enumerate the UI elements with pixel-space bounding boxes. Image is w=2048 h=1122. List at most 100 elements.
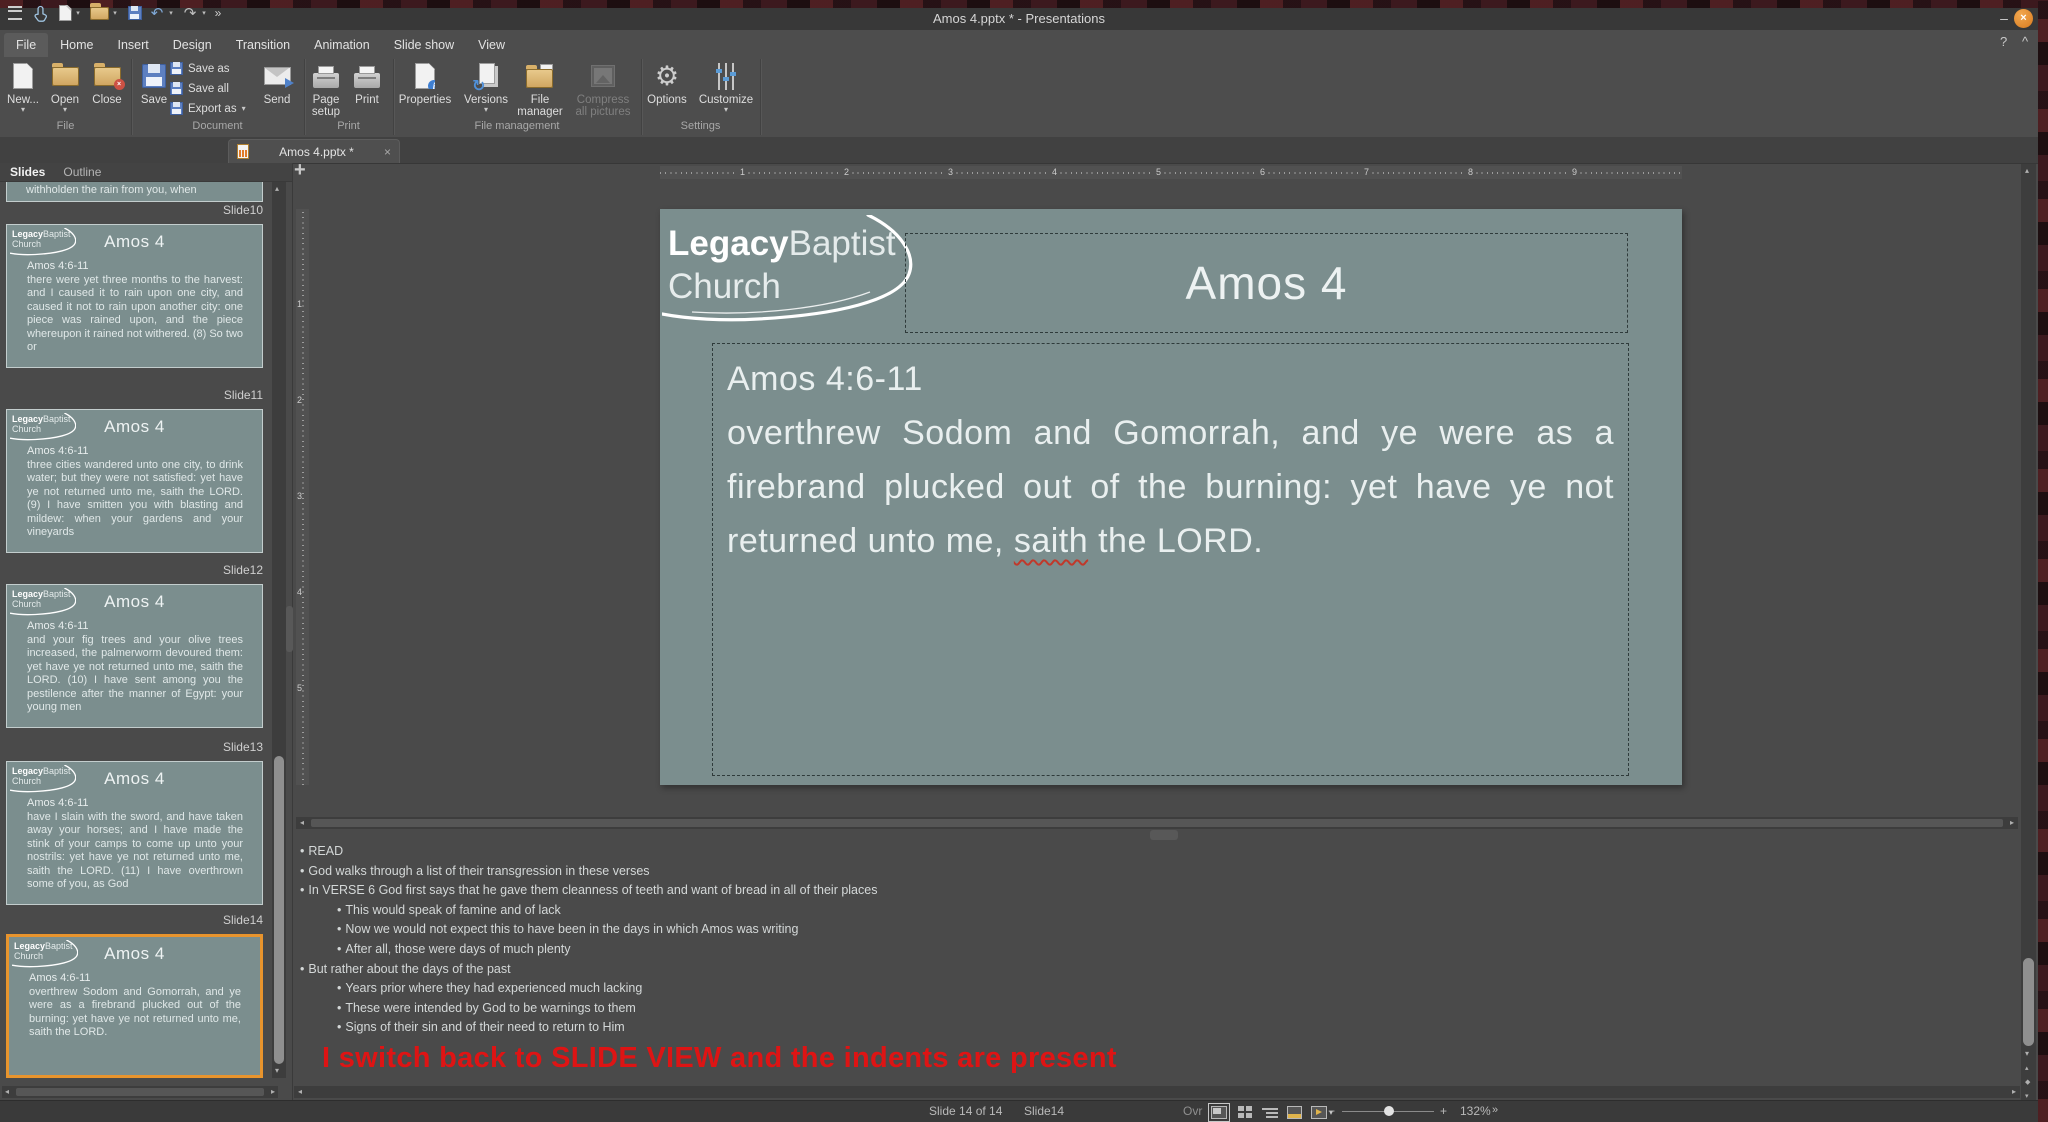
scrollbar-thumb[interactable]	[311, 819, 2003, 827]
tab-slides[interactable]: Slides	[10, 165, 45, 179]
scrollbar-thumb[interactable]	[274, 756, 284, 1064]
print-button[interactable]: Print	[347, 60, 387, 106]
browse-object-icon[interactable]: ◆	[2025, 1078, 2030, 1086]
tab-outline[interactable]: Outline	[63, 165, 101, 179]
scroll-left-icon[interactable]: ◂	[300, 819, 304, 827]
notes-bullet: •Years prior where they had experienced …	[337, 979, 1800, 999]
normal-view-button[interactable]	[1208, 1103, 1230, 1122]
slide-sorter-icon	[1238, 1106, 1253, 1119]
slide-thumbnail-14-selected[interactable]: LegacyBaptist Church Amos 4 Amos 4:6-11 …	[6, 934, 263, 1078]
scroll-right-icon[interactable]: ▸	[2012, 1088, 2016, 1096]
panel-horizontal-scrollbar[interactable]: ◂ ▸	[2, 1086, 278, 1098]
hamburger-menu-icon[interactable]	[6, 3, 24, 23]
redo-icon[interactable]: ↷	[182, 3, 198, 23]
redo-dropdown-caret-icon[interactable]: ▾	[200, 3, 208, 23]
statusbar-overflow-icon[interactable]: »	[1492, 1104, 1498, 1116]
scroll-right-icon[interactable]: ▸	[271, 1088, 275, 1096]
export-as-button[interactable]: Export as ▾	[170, 102, 246, 115]
open-dropdown-caret-icon[interactable]: ▾	[111, 3, 119, 23]
menu-view[interactable]: View	[466, 33, 517, 57]
minimize-button[interactable]: –	[1994, 8, 2014, 30]
file-manager-button[interactable]: File manager	[514, 60, 566, 118]
ruler-number: 8	[1466, 166, 1475, 179]
close-button[interactable]: ×	[2014, 9, 2033, 28]
notes-bullet: •READ	[300, 842, 1800, 862]
title-bar[interactable]: Amos 4.pptx * - Presentations	[0, 8, 2038, 31]
options-button[interactable]: ⚙ Options	[645, 60, 689, 106]
customize-button[interactable]: Customize ▾	[698, 60, 754, 114]
scroll-up-icon[interactable]: ▴	[2025, 167, 2029, 175]
slide-thumbnail-11[interactable]: LegacyBaptist Church Amos 4 Amos 4:6-11 …	[6, 409, 263, 553]
title-placeholder[interactable]: Amos 4	[905, 233, 1628, 333]
properties-button[interactable]: i Properties	[396, 60, 454, 106]
new-button[interactable]: New... ▾	[3, 60, 43, 114]
undo-dropdown-caret-icon[interactable]: ▾	[167, 3, 175, 23]
outline-view-button[interactable]	[1261, 1105, 1279, 1120]
menu-insert[interactable]: Insert	[106, 33, 161, 57]
overwrite-indicator[interactable]: Ovr	[1183, 1104, 1202, 1118]
notes-splitter-grip[interactable]	[1150, 830, 1178, 840]
versions-button[interactable]: ↻ Versions ▾	[462, 60, 510, 114]
scroll-down-icon[interactable]: ▾	[275, 1067, 279, 1075]
scroll-right-icon[interactable]: ▸	[2010, 819, 2014, 827]
save-as-button[interactable]: Save as	[170, 62, 230, 75]
ruler-origin-crosshair[interactable]: +	[294, 159, 306, 182]
undo-icon[interactable]: ↶	[149, 3, 165, 23]
horizontal-ruler[interactable]: 1 2 3 4 5 6 7 8 9	[660, 166, 1682, 179]
panel-vertical-scrollbar[interactable]: ▴ ▾	[272, 182, 286, 1078]
help-button[interactable]: ?	[2000, 34, 2007, 49]
slide-label: Slide10	[6, 203, 263, 217]
previous-slide-icon[interactable]: ▴	[2025, 1064, 2029, 1072]
notes-horizontal-scrollbar[interactable]: ◂ ▸	[294, 1086, 2020, 1098]
next-slide-icon[interactable]: ▾	[2025, 1092, 2029, 1100]
tab-close-icon[interactable]: ×	[384, 145, 391, 159]
editor-vertical-scrollbar[interactable]: ▴ ▾ ▴ ◆ ▾	[2021, 164, 2036, 1100]
close-folder-icon: ×	[94, 67, 121, 86]
zoom-in-button[interactable]: +	[1440, 1104, 1447, 1118]
slide-thumbnail-10[interactable]: LegacyBaptist Church Amos 4 Amos 4:6-11 …	[6, 224, 263, 368]
new-document-icon[interactable]	[57, 3, 73, 23]
menu-design[interactable]: Design	[161, 33, 224, 57]
group-label-settings: Settings	[641, 120, 760, 132]
open-button[interactable]: Open ▾	[45, 60, 85, 114]
menu-slide-show[interactable]: Slide show	[382, 33, 466, 57]
presentation-file-icon	[237, 144, 249, 159]
page-setup-button[interactable]: Page setup	[306, 60, 346, 118]
save-all-button[interactable]: Save all	[170, 82, 229, 95]
slide-canvas[interactable]: LegacyBaptist Church Amos 4 Amos 4:6-11 …	[660, 209, 1682, 785]
close-document-button[interactable]: × Close	[87, 60, 127, 106]
slide-thumbnail-partial[interactable]: withholden the rain from you, when	[6, 182, 263, 202]
menu-home[interactable]: Home	[48, 33, 105, 57]
zoom-out-button[interactable]: −	[1328, 1104, 1335, 1118]
save-icon[interactable]	[126, 3, 144, 23]
notes-view-button[interactable]	[1286, 1105, 1303, 1120]
slide-show-icon	[1311, 1106, 1327, 1119]
zoom-level[interactable]: 132%	[1460, 1104, 1491, 1118]
menu-file[interactable]: File	[4, 33, 48, 57]
menu-animation[interactable]: Animation	[302, 33, 382, 57]
document-tab[interactable]: Amos 4.pptx * ×	[228, 139, 400, 163]
open-folder-icon[interactable]	[88, 3, 110, 23]
slide-thumbnail-13[interactable]: LegacyBaptist Church Amos 4 Amos 4:6-11 …	[6, 761, 263, 905]
toolbar-overflow-icon[interactable]: »	[212, 3, 224, 23]
editor-horizontal-scrollbar[interactable]: ◂ ▸	[296, 817, 2018, 829]
panel-splitter-grip[interactable]	[286, 606, 293, 652]
slide-thumbnail-12[interactable]: LegacyBaptist Church Amos 4 Amos 4:6-11 …	[6, 584, 263, 728]
vertical-ruler[interactable]: 1 2 3 4 5	[296, 209, 309, 785]
slide-sorter-view-button[interactable]	[1237, 1105, 1254, 1120]
new-dropdown-caret-icon[interactable]: ▾	[74, 3, 82, 23]
save-button[interactable]: Save	[134, 60, 174, 106]
menu-transition[interactable]: Transition	[224, 33, 302, 57]
scroll-left-icon[interactable]: ◂	[298, 1088, 302, 1096]
scrollbar-thumb[interactable]	[2023, 958, 2034, 1046]
scroll-up-icon[interactable]: ▴	[275, 185, 279, 193]
touch-mode-icon[interactable]	[30, 3, 50, 23]
scrollbar-thumb[interactable]	[16, 1088, 264, 1096]
send-button[interactable]: Send	[257, 60, 297, 106]
scroll-left-icon[interactable]: ◂	[5, 1088, 9, 1096]
speaker-notes[interactable]: •READ •God walks through a list of their…	[300, 842, 1800, 1038]
body-placeholder[interactable]: Amos 4:6-11 overthrew Sodom and Gomorrah…	[712, 343, 1629, 776]
scroll-down-icon[interactable]: ▾	[2025, 1050, 2029, 1058]
collapse-ribbon-button[interactable]: ^	[2022, 34, 2028, 49]
zoom-slider-knob[interactable]	[1384, 1106, 1394, 1116]
